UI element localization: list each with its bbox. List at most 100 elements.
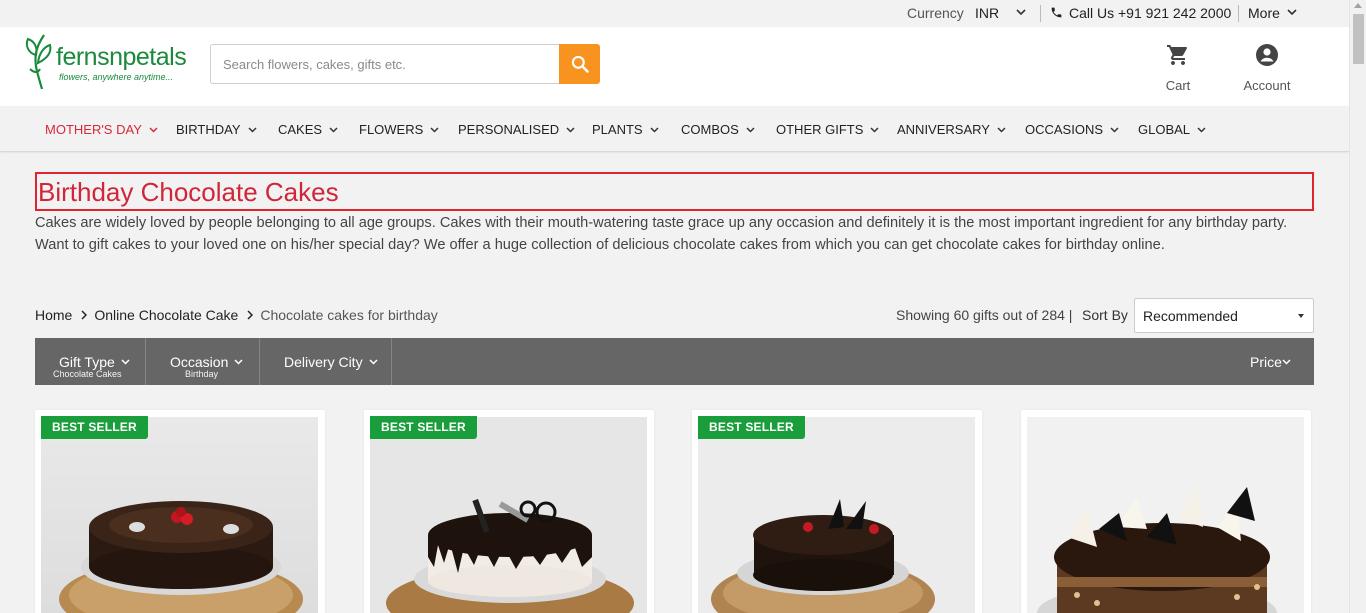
product-image[interactable] bbox=[1027, 417, 1304, 613]
chevron-down-icon bbox=[1110, 126, 1119, 133]
nav-item-label: OCCASIONS bbox=[1025, 122, 1104, 137]
chevron-down-icon bbox=[1282, 359, 1291, 365]
nav-item-label: COMBOS bbox=[681, 122, 739, 137]
filter-label-wrap: Gift Type bbox=[59, 354, 130, 370]
chevron-down-icon bbox=[430, 126, 439, 133]
nav-item-anniversary[interactable]: ANNIVERSARY bbox=[897, 122, 1006, 137]
filter-selected-value: Chocolate Cakes bbox=[53, 369, 122, 379]
nav-item-plants[interactable]: PLANTS bbox=[592, 122, 659, 137]
filter-gift-type[interactable]: Gift Type Chocolate Cakes bbox=[35, 338, 146, 385]
account-label: Account bbox=[1243, 78, 1291, 93]
sort-label: Sort By bbox=[1082, 307, 1128, 323]
search-input[interactable] bbox=[210, 44, 559, 84]
chevron-down-icon[interactable] bbox=[1287, 5, 1297, 22]
call-us-link[interactable]: Call Us +91 921 242 2000 bbox=[1069, 5, 1231, 21]
nav-item-cakes[interactable]: CAKES bbox=[278, 122, 338, 137]
scrollbar-thumb[interactable] bbox=[1353, 14, 1364, 64]
product-image[interactable] bbox=[41, 417, 318, 613]
product-card[interactable]: BEST SELLER bbox=[692, 410, 982, 613]
filter-label-wrap: Occasion bbox=[170, 354, 243, 370]
chevron-down-icon bbox=[566, 126, 575, 133]
product-card[interactable]: BEST SELLER bbox=[364, 410, 654, 613]
category-description: Cakes are widely loved by people belongi… bbox=[35, 215, 1288, 253]
search-bar bbox=[210, 44, 600, 84]
currency-select[interactable]: INR bbox=[975, 5, 999, 21]
logo[interactable]: fernsnpetals flowers, anywhere anytime..… bbox=[24, 29, 194, 90]
nav-item-occasions[interactable]: OCCASIONS bbox=[1025, 122, 1119, 137]
nav-item-flowers[interactable]: FLOWERS bbox=[359, 122, 439, 137]
search-button[interactable] bbox=[559, 44, 600, 84]
nav-item-label: CAKES bbox=[278, 122, 323, 137]
chevron-down-icon[interactable] bbox=[1016, 5, 1026, 22]
logo-tagline: flowers, anywhere anytime... bbox=[59, 72, 174, 82]
nav-item-label: PERSONALISED bbox=[458, 122, 560, 137]
nav-item-label: FLOWERS bbox=[359, 122, 424, 137]
chevron-down-icon bbox=[234, 359, 243, 365]
filter-occasion[interactable]: Occasion Birthday bbox=[146, 338, 260, 385]
nav-item-personalised[interactable]: PERSONALISED bbox=[458, 122, 575, 137]
breadcrumb-home[interactable]: Home bbox=[35, 307, 72, 323]
chevron-down-icon bbox=[650, 126, 659, 133]
nav-item-birthday[interactable]: BIRTHDAY bbox=[176, 122, 257, 137]
main-navigation: MOTHER'S DAY BIRTHDAY CAKES FLOWERS PERS… bbox=[0, 106, 1349, 152]
chevron-down-icon bbox=[329, 126, 338, 133]
currency-label: Currency bbox=[907, 5, 964, 21]
filter-label: Price bbox=[1250, 354, 1282, 370]
filter-bar: Gift Type Chocolate Cakes Occasion Birth… bbox=[35, 338, 1314, 385]
page: Currency INR Call Us +91 921 242 2000 Mo… bbox=[0, 0, 1349, 613]
sort-dropdown[interactable]: Recommended bbox=[1134, 298, 1314, 333]
filter-label: Occasion bbox=[170, 354, 229, 370]
best-seller-badge: BEST SELLER bbox=[370, 416, 477, 439]
product-card[interactable] bbox=[1021, 410, 1311, 613]
filter-selected-value: Birthday bbox=[185, 369, 219, 379]
account-button[interactable]: Account bbox=[1238, 43, 1296, 93]
scroll-up-arrow-icon[interactable] bbox=[1354, 3, 1362, 8]
product-image[interactable] bbox=[370, 417, 647, 613]
chevron-right-icon bbox=[247, 310, 254, 320]
nav-item-label: MOTHER'S DAY bbox=[45, 122, 142, 137]
filter-price[interactable]: Price bbox=[1234, 338, 1314, 385]
product-image[interactable] bbox=[698, 417, 975, 613]
chevron-down-icon bbox=[1197, 126, 1206, 133]
nav-item-label: PLANTS bbox=[592, 122, 643, 137]
divider bbox=[1238, 5, 1239, 22]
filter-label: Delivery City bbox=[284, 354, 363, 370]
product-card[interactable]: BEST SELLER bbox=[35, 410, 325, 613]
page-title-box: Birthday Chocolate Cakes bbox=[35, 172, 1314, 211]
site-header: fernsnpetals flowers, anywhere anytime..… bbox=[0, 27, 1349, 106]
cart-button[interactable]: Cart bbox=[1156, 43, 1200, 93]
results-count: Showing 60 gifts out of 284 | bbox=[896, 307, 1073, 323]
nav-item-combos[interactable]: COMBOS bbox=[681, 122, 755, 137]
nav-item-mothers-day[interactable]: MOTHER'S DAY bbox=[45, 122, 158, 137]
cart-label: Cart bbox=[1165, 78, 1191, 93]
cart-icon bbox=[1167, 45, 1187, 65]
filter-label-wrap: Price bbox=[1250, 354, 1291, 370]
chevron-down-icon bbox=[997, 126, 1006, 133]
more-menu[interactable]: More bbox=[1248, 5, 1280, 21]
chevron-down-icon bbox=[121, 359, 130, 365]
filter-label: Gift Type bbox=[59, 354, 115, 370]
filter-delivery-city[interactable]: Delivery City bbox=[260, 338, 392, 385]
nav-item-global[interactable]: GLOBAL bbox=[1138, 122, 1206, 137]
page-title: Birthday Chocolate Cakes bbox=[38, 177, 339, 207]
chevron-down-icon bbox=[248, 126, 257, 133]
breadcrumb: Home Online Chocolate Cake Chocolate cak… bbox=[35, 307, 438, 323]
chevron-down-icon bbox=[746, 126, 755, 133]
breadcrumb-online-chocolate-cake[interactable]: Online Chocolate Cake bbox=[94, 307, 238, 323]
search-icon bbox=[571, 55, 589, 73]
best-seller-badge: BEST SELLER bbox=[41, 416, 148, 439]
chevron-right-icon bbox=[81, 310, 88, 320]
caret-down-icon bbox=[1298, 314, 1304, 318]
sort-value: Recommended bbox=[1143, 308, 1238, 324]
top-utility-bar: Currency INR Call Us +91 921 242 2000 Mo… bbox=[0, 0, 1349, 27]
logo-leaf-icon bbox=[25, 34, 52, 90]
chevron-down-icon bbox=[149, 126, 158, 133]
logo-wordmark: fernsnpetals bbox=[56, 43, 187, 71]
breadcrumb-current: Chocolate cakes for birthday bbox=[260, 307, 438, 323]
nav-item-other-gifts[interactable]: OTHER GIFTS bbox=[776, 122, 879, 137]
chevron-down-icon bbox=[870, 126, 879, 133]
nav-item-label: ANNIVERSARY bbox=[897, 122, 990, 137]
vertical-scrollbar[interactable] bbox=[1349, 0, 1366, 613]
best-seller-badge: BEST SELLER bbox=[698, 416, 805, 439]
divider bbox=[1040, 5, 1041, 22]
